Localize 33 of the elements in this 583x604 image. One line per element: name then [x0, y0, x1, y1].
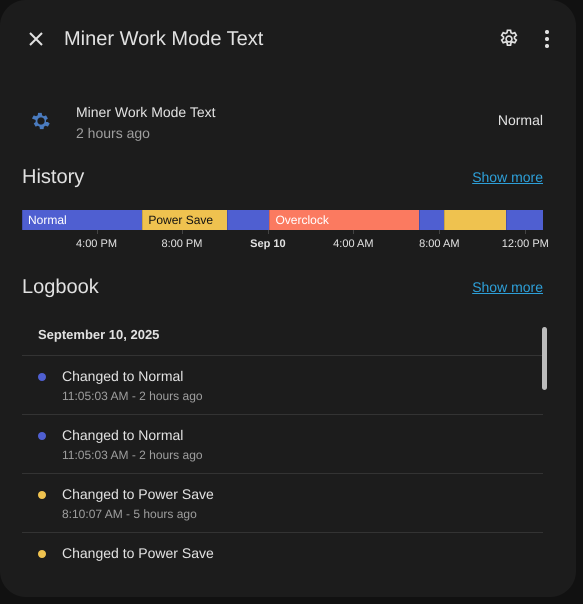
logbook-entry[interactable]: Changed to Normal 11:05:03 AM - 2 hours ago — [22, 356, 543, 414]
entry-time: 11:05:03 AM - 2 hours ago — [62, 446, 203, 464]
entry-time: 8:10:07 AM - 5 hours ago — [62, 506, 198, 522]
close-icon — [28, 31, 44, 47]
gear-icon — [30, 110, 52, 132]
logbook-entry[interactable]: Changed to Normal 11:05:03 AM - 2 hours ago — [22, 414, 543, 474]
show-more-link[interactable]: Show more — [472, 276, 543, 298]
axis-label: 4:00 PM — [76, 237, 117, 252]
dialog-title: Miner Work Mode Text — [64, 27, 264, 52]
logbook-entry[interactable]: Changed to Power Save 8:10:07 AM - 5 hours ago — [22, 474, 543, 532]
entry-time: 11:05:03 AM - 2 hours ago — [62, 388, 203, 404]
section-title: Logbook — [22, 275, 99, 300]
more-icon — [544, 29, 550, 49]
entry-text: Changed to Normal — [62, 366, 184, 386]
logbook-entry[interactable]: Changed to Power Save — [22, 532, 543, 570]
axis-label: 4:00 AM — [333, 237, 374, 252]
axis-label: Sep 10 — [250, 237, 286, 252]
axis-label: 8:00 AM — [419, 237, 460, 252]
timeline-segment: Overclock — [269, 210, 419, 230]
axis-label: 8:00 PM — [161, 237, 202, 252]
entity-state: Normal — [498, 111, 543, 130]
date-heading: September 10, 2025 — [22, 318, 543, 356]
entry-text: Changed to Normal — [62, 426, 184, 445]
axis-label: 12:00 PM — [502, 237, 549, 252]
timeline-segment: Power Save — [142, 210, 228, 230]
entry-text: Changed to Power Save — [62, 484, 214, 504]
show-more-link[interactable]: Show more — [472, 166, 543, 188]
section-title: History — [22, 165, 84, 190]
scrollbar[interactable] — [542, 327, 547, 390]
timeline-segment: Normal — [22, 210, 142, 230]
entry-text: Changed to Power Save — [62, 544, 214, 563]
last-updated: 2 hours ago — [76, 124, 151, 143]
entity-name: Miner Work Mode Text — [76, 103, 217, 122]
